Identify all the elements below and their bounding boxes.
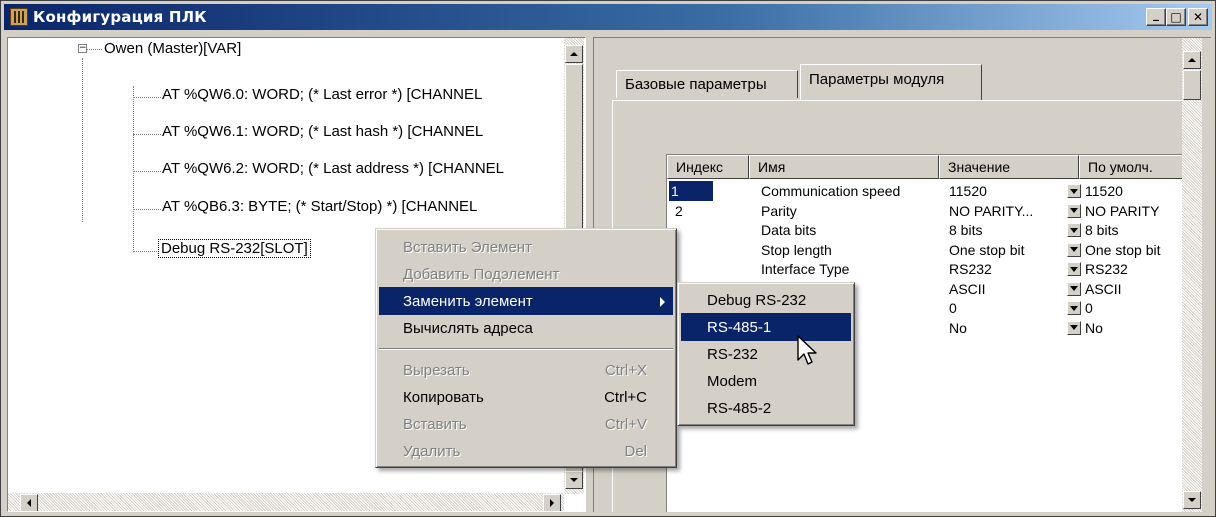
- menu-item-insert-element[interactable]: Вставить Элемент: [379, 233, 673, 261]
- menu-item-delete[interactable]: Удалить Del: [379, 437, 673, 465]
- mouse-cursor-icon: [797, 335, 817, 365]
- dropdown-icon[interactable]: [1067, 203, 1081, 218]
- grid-index-cell[interactable]: [671, 240, 713, 260]
- replace-submenu: Debug RS-232 RS-485-1 RS-232 Modem RS-48…: [677, 282, 855, 426]
- tree-item[interactable]: AT %QW6.1: WORD; (* Last hash *) [CHANNE…: [162, 123, 483, 140]
- menu-item-paste[interactable]: Вставить Ctrl+V: [379, 410, 673, 438]
- scroll-down-button[interactable]: [565, 471, 583, 489]
- dropdown-icon[interactable]: [1067, 320, 1081, 335]
- grid-index-cell[interactable]: 2: [671, 201, 713, 221]
- scroll-right-button[interactable]: [543, 494, 561, 511]
- maximize-button[interactable]: □: [1166, 8, 1186, 26]
- submenu-item-modem[interactable]: Modem: [681, 367, 851, 395]
- arrow-up-icon: [1188, 58, 1196, 62]
- column-header-name[interactable]: Имя: [749, 155, 939, 179]
- grid-index-cell[interactable]: 1: [669, 181, 713, 201]
- grid-default-cell[interactable]: RS232: [1085, 259, 1185, 279]
- app-icon: [10, 8, 28, 26]
- submenu-item-debug-rs232[interactable]: Debug RS-232: [681, 286, 851, 314]
- minimize-button[interactable]: _: [1146, 8, 1166, 26]
- menu-item-replace-element[interactable]: Заменить элемент: [379, 287, 673, 315]
- menu-separator: [379, 348, 673, 350]
- arrow-down-icon: [1188, 498, 1196, 502]
- grid-value-cell[interactable]: 8 bits: [949, 220, 1069, 240]
- grid-name-cell[interactable]: Parity: [761, 201, 941, 221]
- scroll-left-button[interactable]: [20, 494, 38, 511]
- tree-horizontal-scrollbar[interactable]: [8, 493, 564, 511]
- tree-item[interactable]: AT %QW6.0: WORD; (* Last error *) [CHANN…: [162, 86, 482, 103]
- dropdown-icon[interactable]: [1067, 184, 1081, 198]
- menu-item-cut[interactable]: Вырезать Ctrl+X: [379, 356, 673, 384]
- grid-value-cell[interactable]: 11520: [949, 181, 1069, 201]
- grid-default-cell[interactable]: ASCII: [1085, 279, 1185, 299]
- grid-name-cell[interactable]: Stop length: [761, 240, 941, 260]
- grid-name-cell[interactable]: Data bits: [761, 220, 941, 240]
- grid-value-cell[interactable]: ASCII: [949, 279, 1069, 299]
- grid-default-cell[interactable]: 8 bits: [1085, 220, 1185, 240]
- close-icon: ✕: [1192, 10, 1204, 24]
- tab-module-params[interactable]: Параметры модуля: [800, 64, 982, 100]
- tree-root-item[interactable]: Owen (Master)[VAR]: [104, 40, 241, 57]
- close-button[interactable]: ✕: [1188, 8, 1208, 26]
- submenu-item-rs232[interactable]: RS-232: [681, 340, 851, 368]
- dropdown-icon[interactable]: [1067, 281, 1081, 296]
- grid-default-cell[interactable]: NO PARITY: [1085, 201, 1185, 221]
- arrow-right-icon: [550, 499, 554, 507]
- grid-default-cell[interactable]: One stop bit: [1085, 240, 1185, 260]
- properties-vertical-scrollbar[interactable]: [1182, 38, 1202, 512]
- menu-item-add-subelement[interactable]: Добавить Подэлемент: [379, 260, 673, 288]
- column-header-value[interactable]: Значение: [939, 155, 1079, 179]
- tab-base-params[interactable]: Базовые параметры: [616, 70, 798, 98]
- grid-default-cell[interactable]: 11520: [1085, 181, 1185, 201]
- collapse-icon[interactable]: −: [78, 44, 87, 53]
- tree-item-selected[interactable]: Debug RS-232[SLOT]: [158, 239, 311, 258]
- maximize-icon: □: [1170, 10, 1182, 24]
- submenu-arrow-icon: [660, 297, 665, 307]
- title-bar[interactable]: Конфигурация ПЛК _ □ ✕: [4, 4, 1212, 30]
- grid-index-cell[interactable]: [671, 259, 713, 279]
- minimize-icon: _: [1153, 7, 1159, 21]
- dropdown-icon[interactable]: [1067, 242, 1081, 257]
- column-header-default[interactable]: По умолч.: [1079, 155, 1186, 179]
- dropdown-icon[interactable]: [1067, 301, 1081, 315]
- plc-config-window: Конфигурация ПЛК _ □ ✕ − Owen (Master)[V…: [0, 0, 1216, 517]
- tab-label: Параметры модуля: [809, 71, 945, 88]
- scroll-up-button[interactable]: [565, 45, 583, 63]
- properties-pane: Базовые параметры Параметры модуля Индек…: [593, 37, 1211, 512]
- menu-item-copy[interactable]: Копировать Ctrl+C: [379, 383, 673, 411]
- grid-value-cell[interactable]: No: [949, 318, 1069, 338]
- window-title: Конфигурация ПЛК: [33, 8, 207, 26]
- dropdown-icon[interactable]: [1067, 223, 1081, 237]
- grid-value-cell[interactable]: RS232: [949, 259, 1069, 279]
- tab-label: Базовые параметры: [625, 76, 767, 93]
- grid-name-cell[interactable]: Interface Type: [761, 259, 941, 279]
- scroll-up-button[interactable]: [1183, 51, 1201, 69]
- scroll-thumb[interactable]: [1183, 70, 1201, 100]
- submenu-item-rs485-2[interactable]: RS-485-2: [681, 394, 851, 422]
- grid-value-cell[interactable]: NO PARITY...: [949, 201, 1069, 221]
- tree-item[interactable]: AT %QB6.3: BYTE; (* Start/Stop) *) [CHAN…: [162, 198, 477, 215]
- submenu-item-rs485-1[interactable]: RS-485-1: [681, 313, 851, 341]
- arrow-down-icon: [570, 478, 578, 482]
- column-header-index[interactable]: Индекс: [667, 155, 749, 179]
- grid-default-cell[interactable]: 0: [1085, 298, 1185, 318]
- arrow-up-icon: [570, 52, 578, 56]
- scroll-down-button[interactable]: [1183, 491, 1201, 509]
- grid-default-cell[interactable]: No: [1085, 318, 1185, 338]
- context-menu: Вставить Элемент Добавить Подэлемент Зам…: [375, 228, 677, 468]
- arrow-left-icon: [27, 499, 31, 507]
- tree-item[interactable]: AT %QW6.2: WORD; (* Last address *) [CHA…: [162, 160, 504, 177]
- menu-item-calc-addresses[interactable]: Вычислять адреса: [379, 314, 673, 342]
- grid-index-cell[interactable]: [671, 220, 713, 240]
- grid-value-cell[interactable]: One stop bit: [949, 240, 1069, 260]
- grid-name-cell[interactable]: Communication speed: [761, 181, 941, 201]
- dropdown-icon[interactable]: [1067, 262, 1081, 276]
- grid-value-cell[interactable]: 0: [949, 298, 1069, 318]
